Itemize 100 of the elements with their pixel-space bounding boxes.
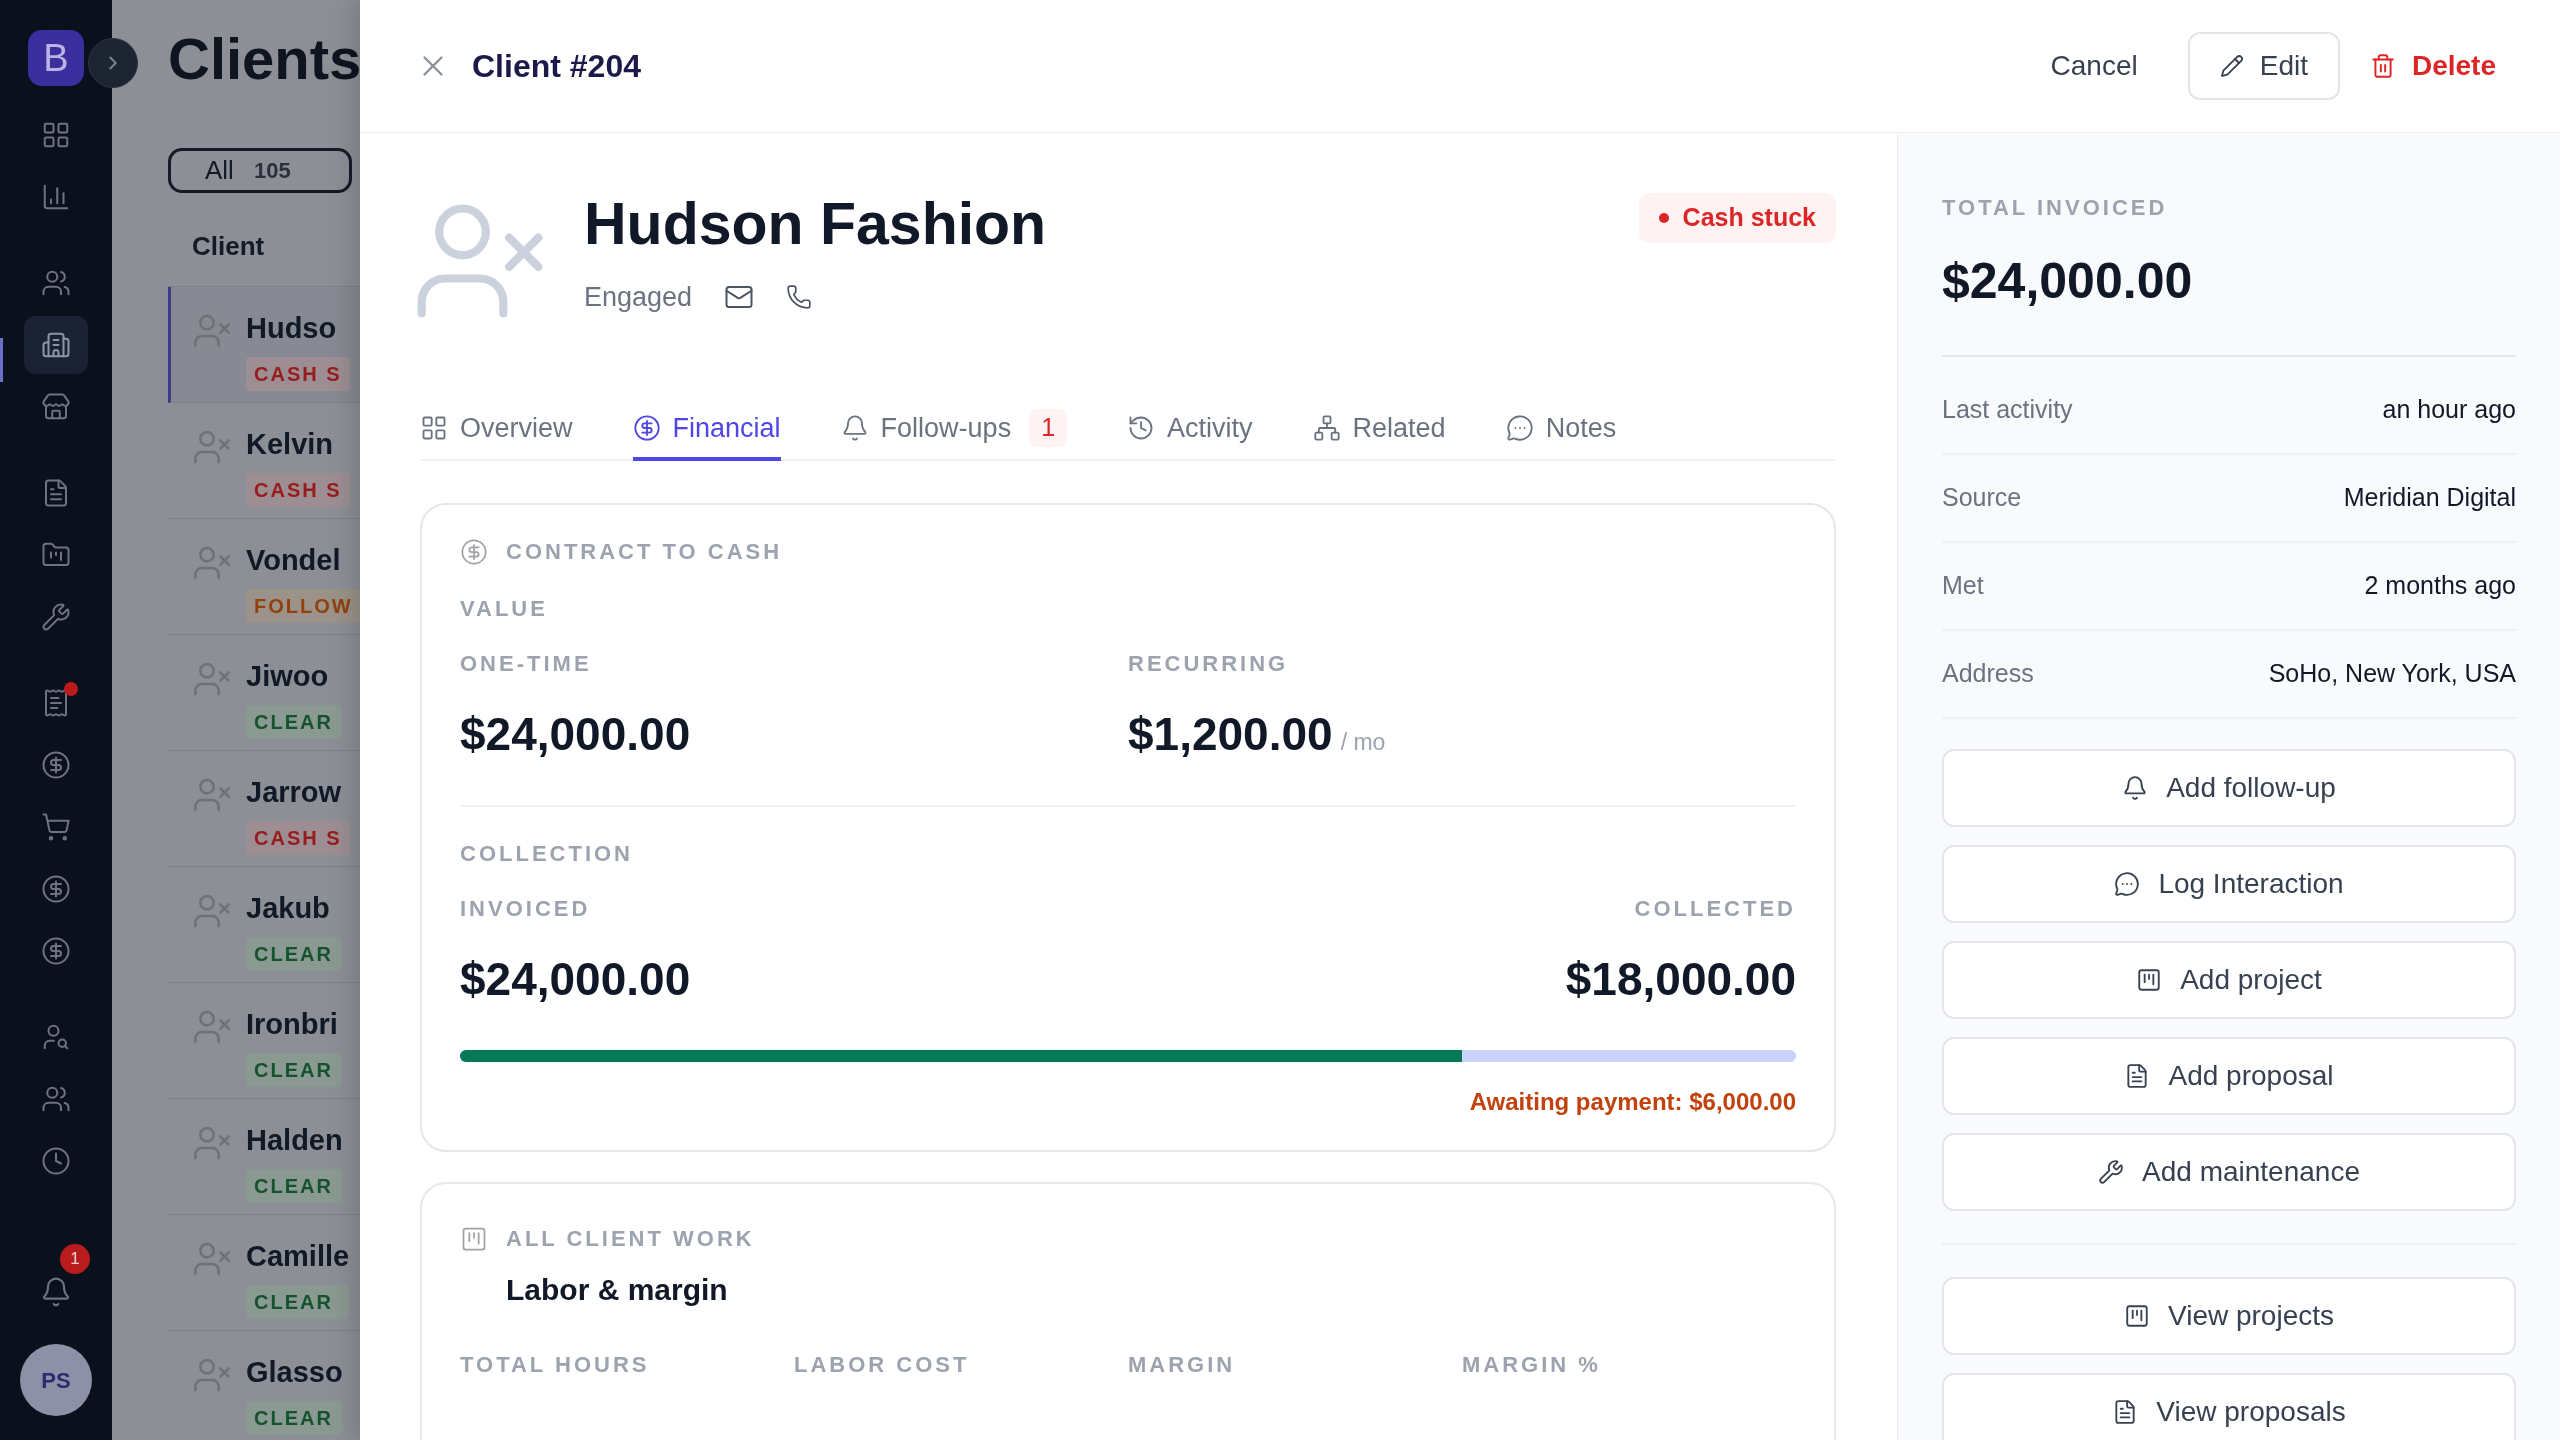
grid-icon <box>41 120 71 150</box>
filter-tab[interactable]: All 105 <box>168 148 352 193</box>
collected-label: COLLECTED <box>1634 895 1796 923</box>
nav-item[interactable] <box>24 316 88 374</box>
recurring-label: RECURRING <box>1128 650 1290 678</box>
client-name: Kelvin <box>246 427 335 462</box>
bar-chart-icon <box>41 182 71 212</box>
store-icon <box>41 392 71 422</box>
fact-label: Address <box>1942 658 2034 690</box>
metric-label: LABOR COST <box>794 1351 971 1379</box>
dollar-icon <box>632 414 661 442</box>
client-row[interactable]: Jakub CLEAR <box>168 867 360 983</box>
bell-icon <box>40 1276 72 1308</box>
status-tag: FOLLOW <box>246 588 361 623</box>
status-badge: Cash stuck <box>1638 193 1836 243</box>
tab[interactable]: Activity <box>1127 399 1253 461</box>
users-icon <box>41 268 71 298</box>
chat-icon <box>1505 414 1534 442</box>
notification-count: 1 <box>60 1244 90 1274</box>
invoiced-label: INVOICED <box>460 895 592 923</box>
client-name: Jarrow <box>246 775 343 810</box>
dollar-icon <box>460 537 488 566</box>
status-tag: CLEAR <box>246 704 341 739</box>
action-button[interactable]: Add follow-up <box>1942 749 2516 827</box>
total-label: TOTAL INVOICED <box>1942 194 2169 222</box>
client-row[interactable]: Camille CLEAR <box>168 1215 360 1331</box>
status-tag: CLEAR <box>246 1168 343 1203</box>
fact-value: Meridian Digital <box>2343 482 2516 514</box>
action-button[interactable]: Add maintenance <box>1942 1133 2516 1211</box>
client-row[interactable]: Ironbri CLEAR <box>168 983 360 1099</box>
client-row[interactable]: Vondel FOLLOW <box>168 519 360 635</box>
metric-label: TOTAL HOURS <box>460 1351 651 1379</box>
status-tag: CASH S <box>246 820 350 855</box>
trash-icon <box>2369 53 2396 79</box>
recurring-unit: / mo <box>1340 728 1386 757</box>
client-name: Glasso <box>246 1355 343 1390</box>
dollar-icon <box>41 936 71 966</box>
kanban-icon <box>2124 1303 2150 1329</box>
user-avatar[interactable]: PS <box>20 1344 92 1416</box>
edit-button[interactable]: Edit <box>2187 32 2340 100</box>
status-tag: CASH S <box>246 472 350 507</box>
fact-label: Source <box>1942 482 2022 514</box>
client-name: Hudso <box>246 311 338 346</box>
cancel-button[interactable]: Cancel <box>2030 32 2158 100</box>
client-row[interactable]: Kelvin CASH S <box>168 403 360 519</box>
section-heading: ALL CLIENT WORK <box>506 1225 755 1253</box>
fact-value: an hour ago <box>2382 394 2516 426</box>
notifications-button[interactable]: 1 <box>20 1244 92 1316</box>
wrench-icon <box>2098 1159 2125 1185</box>
phone-button[interactable] <box>786 284 813 311</box>
client-row[interactable]: Jiwoo CLEAR <box>168 635 360 751</box>
section-title: Labor & margin <box>506 1272 729 1308</box>
page-title: Clients <box>168 30 360 88</box>
awaiting-payment: Awaiting payment: $6,000.00 <box>1469 1087 1796 1117</box>
client-name: Hudson Fashion <box>584 191 1047 259</box>
grid-icon <box>420 414 448 442</box>
dollar-icon <box>41 874 71 904</box>
column-header: Client <box>192 230 266 263</box>
view-button[interactable]: View proposals <box>1942 1373 2516 1440</box>
status-tag: CASH S <box>246 356 350 391</box>
client-name: Ironbri <box>246 1007 339 1042</box>
logo[interactable]: B <box>28 30 84 86</box>
status-tag: CLEAR <box>246 1052 341 1087</box>
kanban-icon <box>2136 967 2163 993</box>
tab-count: 1 <box>1029 409 1068 447</box>
client-row[interactable]: Hudso CASH S <box>168 287 360 403</box>
client-name: Camille <box>246 1239 350 1274</box>
action-button[interactable]: Add project <box>1942 941 2516 1019</box>
status-tag: CLEAR <box>246 1284 350 1319</box>
wrench-icon <box>41 602 71 632</box>
recurring-amount: $1,200.00 <box>1128 707 1333 762</box>
action-button[interactable]: Add proposal <box>1942 1037 2516 1115</box>
client-row[interactable]: Jarrow CASH S <box>168 751 360 867</box>
fact-value: SoHo, New York, USA <box>2268 658 2516 690</box>
client-stage: Engaged <box>584 280 693 314</box>
fact-value: 2 months ago <box>2364 570 2516 602</box>
client-name: Jiwoo <box>246 659 330 694</box>
bell-icon <box>2122 775 2149 801</box>
action-button[interactable]: Log Interaction <box>1942 845 2516 923</box>
metric-label: MARGIN <box>1128 1351 1237 1379</box>
client-row[interactable]: Glasso CLEAR <box>168 1331 360 1440</box>
client-name: Jakub <box>246 891 331 926</box>
status-tag: CLEAR <box>246 1400 343 1435</box>
tab[interactable]: Related <box>1312 399 1446 461</box>
fact-label: Met <box>1942 570 1984 602</box>
collapse-toggle[interactable] <box>88 38 138 88</box>
view-button[interactable]: View projects <box>1942 1277 2516 1355</box>
tab[interactable]: Overview <box>420 399 573 461</box>
invoiced-amount: $24,000.00 <box>460 952 691 1007</box>
collection-label: COLLECTION <box>460 840 634 868</box>
delete-button[interactable]: Delete <box>2369 32 2496 100</box>
tab[interactable]: Notes <box>1505 399 1617 461</box>
one-time-amount: $24,000.00 <box>460 707 692 762</box>
chat-icon <box>2114 871 2141 897</box>
tab[interactable]: Financial <box>632 399 781 461</box>
total-amount: $24,000.00 <box>1942 244 2516 357</box>
tab[interactable]: Follow-ups 1 <box>840 399 1068 461</box>
one-time-label: ONE-TIME <box>460 650 593 678</box>
status-tag: CLEAR <box>246 936 341 971</box>
client-row[interactable]: Halden CLEAR <box>168 1099 360 1215</box>
